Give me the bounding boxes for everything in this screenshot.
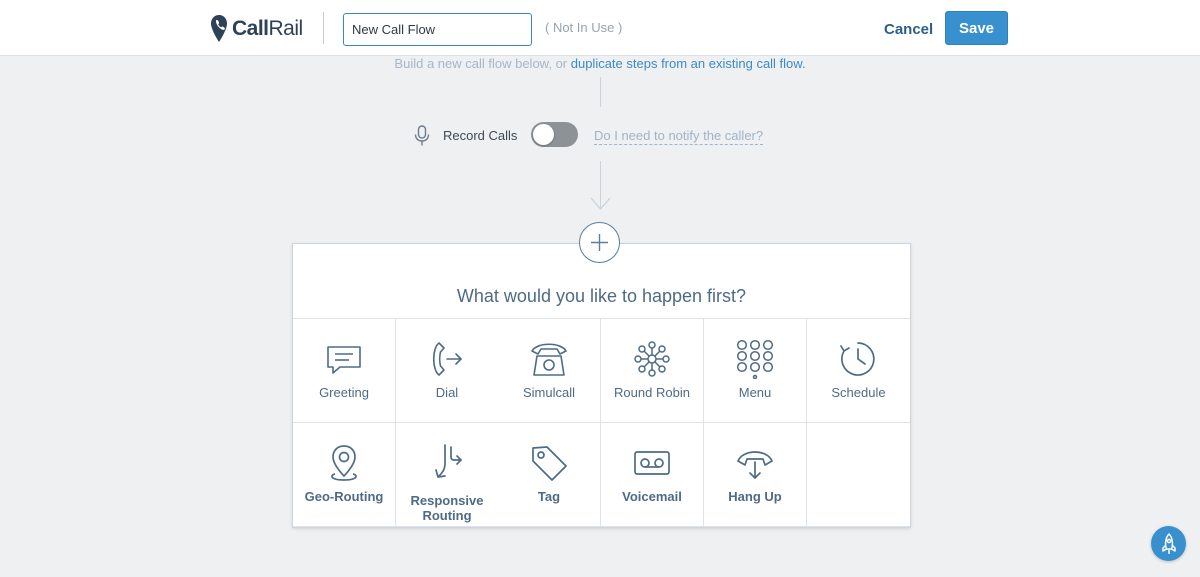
step-option-round-robin[interactable]: Round Robin [601, 319, 704, 423]
keypad-icon [736, 339, 774, 379]
desk-phone-icon [531, 343, 567, 376]
cancel-button[interactable]: Cancel [878, 14, 939, 44]
round-robin-icon [634, 341, 670, 377]
voicemail-icon [634, 451, 670, 475]
intro-static-text: Build a new call flow below, or [394, 56, 571, 71]
empty-grid-cell [807, 423, 910, 527]
record-calls-toggle[interactable] [531, 122, 578, 147]
rocket-help-button[interactable] [1151, 526, 1186, 561]
duplicate-steps-link[interactable]: duplicate steps from an existing call fl… [571, 56, 806, 71]
step-options-grid: Greeting Dial Simulcall Round Robin Menu… [293, 318, 910, 527]
step-option-label: Responsive Routing [410, 493, 484, 523]
step-option-voicemail[interactable]: Voicemail [601, 423, 704, 527]
step-option-label: Dial [435, 385, 459, 400]
step-option-schedule[interactable]: Schedule [807, 319, 910, 423]
step-option-greeting[interactable]: Greeting [293, 319, 396, 423]
plus-icon [591, 234, 608, 251]
step-option-menu[interactable]: Menu [704, 319, 807, 423]
step-option-responsive-routing[interactable]: Responsive Routing [396, 423, 499, 527]
save-button[interactable]: Save [945, 11, 1008, 45]
step-option-label: Round Robin [614, 385, 690, 400]
rocket-icon [1161, 532, 1176, 554]
microphone-icon [414, 125, 430, 146]
panel-title: What would you like to happen first? [456, 286, 747, 306]
phone-forward-icon [432, 342, 462, 376]
speech-bubble-icon [327, 346, 361, 374]
step-option-label: Tag [537, 489, 561, 504]
logo-pin-icon [211, 15, 227, 42]
step-option-dial[interactable]: Dial [396, 319, 499, 423]
top-bar: CallRail ( Not In Use ) Cancel Save [0, 0, 1200, 56]
record-calls-label: Record Calls [443, 128, 518, 143]
step-option-label: Menu [738, 385, 772, 400]
first-step-panel: What would you like to happen first? Gre… [292, 243, 911, 528]
callrail-logo[interactable]: CallRail [210, 14, 303, 44]
split-arrow-icon [435, 444, 462, 478]
step-option-label: Geo-Routing [304, 489, 384, 504]
step-option-label: Voicemail [622, 489, 682, 504]
step-option-simulcall[interactable]: Simulcall [498, 319, 601, 423]
step-option-label: Schedule [831, 385, 886, 400]
header-divider [323, 12, 324, 44]
clock-icon [840, 342, 875, 376]
toggle-knob [533, 124, 554, 145]
step-option-label: Simulcall [522, 385, 575, 400]
flow-name-input[interactable] [343, 13, 532, 46]
logo-text: CallRail [232, 17, 303, 40]
step-option-geo-routing[interactable]: Geo-Routing [293, 423, 396, 527]
down-arrow-icon [590, 197, 611, 210]
tag-icon [532, 446, 567, 481]
flow-status-label: ( Not In Use ) [545, 20, 623, 35]
step-option-label: Hang Up [728, 489, 782, 504]
step-option-hang-up[interactable]: Hang Up [704, 423, 807, 527]
map-pin-icon [331, 445, 357, 481]
intro-text: Build a new call flow below, or duplicat… [0, 56, 1200, 71]
connector-line-top [600, 77, 601, 107]
add-step-button[interactable] [579, 222, 620, 263]
step-option-tag[interactable]: Tag [498, 423, 601, 527]
hang-up-icon [737, 451, 773, 479]
notify-caller-link[interactable]: Do I need to notify the caller? [594, 128, 764, 145]
step-option-label: Greeting [319, 385, 369, 400]
